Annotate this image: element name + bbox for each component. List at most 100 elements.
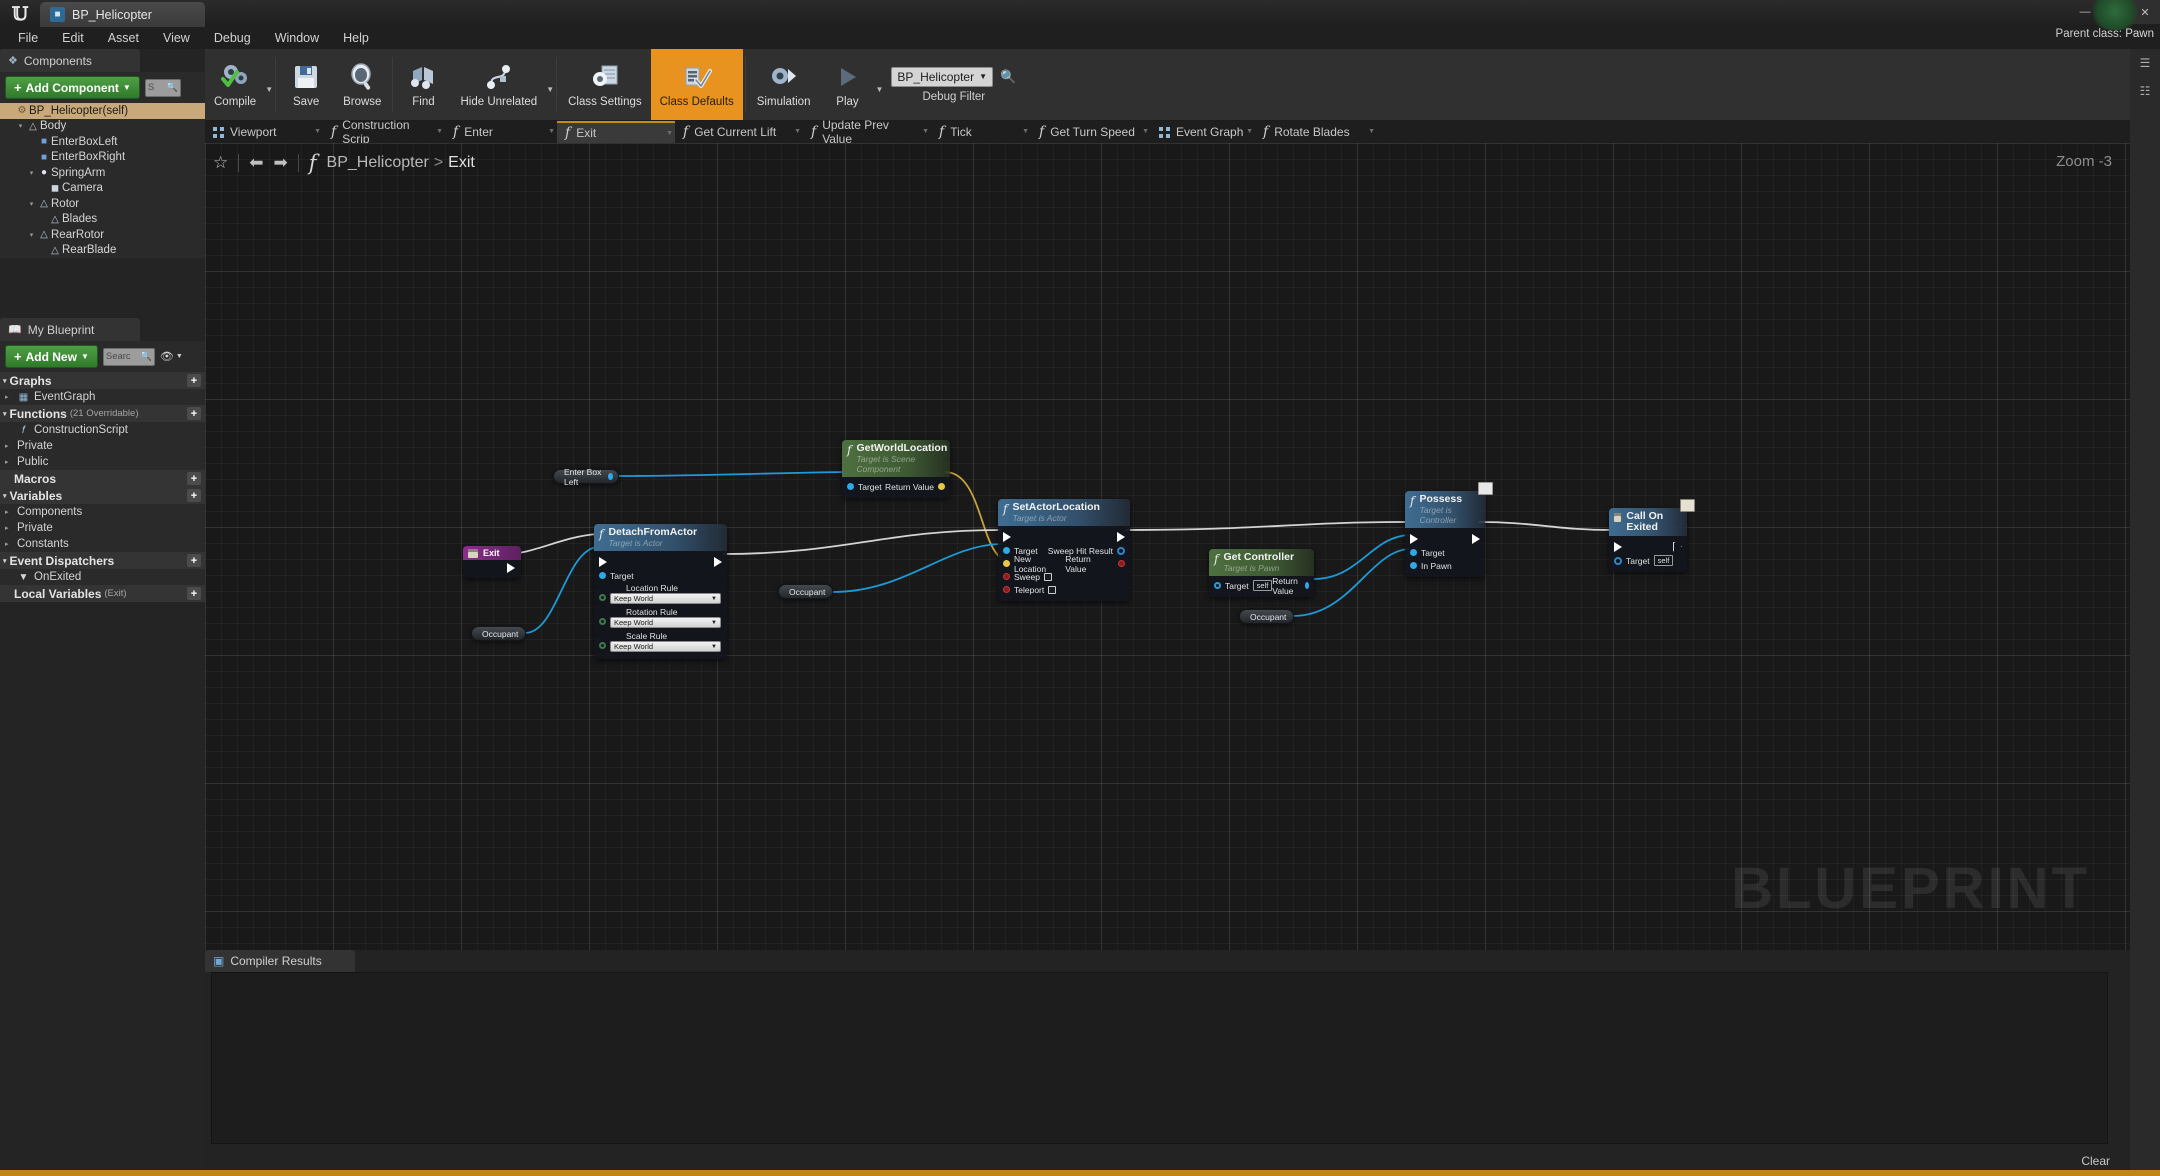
input-pin-dot[interactable]	[1410, 562, 1417, 569]
blueprint-graph-canvas[interactable]: BLUEPRINT Zoom -3 ☆ ⬅ ➡ 𝑓 BP_Helicopter >…	[205, 143, 2130, 950]
tab-options-icon[interactable]: ▼	[1368, 128, 1375, 135]
back-arrow-icon[interactable]: ⬅	[249, 153, 263, 173]
field-dropdown[interactable]: Keep World ▼	[610, 641, 721, 652]
debug-filter-select[interactable]: BP_Helicopter ▼	[891, 66, 994, 87]
tab-options-icon[interactable]: ▼	[666, 130, 673, 137]
tab-rotate-blades[interactable]: 𝑓 Rotate Blades ▼	[1255, 121, 1377, 143]
hide-unrelated-caret[interactable]: ▼	[546, 49, 554, 120]
my-blueprint-section[interactable]: ▾ Functions (21 Overridable) +	[0, 405, 205, 422]
input-pin-dot[interactable]	[1003, 586, 1010, 593]
input-pin-dot[interactable]	[1410, 549, 1417, 556]
input-pin-dot[interactable]	[1214, 582, 1221, 589]
tab-my-blueprint[interactable]: 📖 My Blueprint	[0, 318, 140, 341]
field-input-pin[interactable]	[599, 594, 606, 601]
item-expand-arrow[interactable]: ▸	[5, 393, 13, 401]
tab-tick[interactable]: 𝑓 Tick ▼	[931, 121, 1031, 143]
input-pin[interactable]: New Location	[1003, 554, 1065, 574]
output-pin[interactable]: Return Value	[1272, 576, 1309, 596]
pin-value[interactable]: self	[1653, 555, 1674, 566]
menu-view[interactable]: View	[151, 27, 202, 49]
tree-expand-arrow[interactable]: ▾	[26, 200, 37, 208]
tab-options-icon[interactable]: ▼	[314, 128, 321, 135]
exec-input-pin[interactable]	[1614, 541, 1622, 552]
output-pin-dot[interactable]	[1118, 560, 1125, 567]
palette-panel-toggle[interactable]: ☷	[2130, 77, 2160, 105]
tab-options-icon[interactable]: ▼	[1246, 128, 1253, 135]
variable-node-enter-box-left[interactable]: Enter Box Left	[553, 467, 619, 487]
asset-tab-bp-helicopter[interactable]: ■ BP_Helicopter	[40, 2, 205, 27]
component-tree-item[interactable]: ◼ Camera	[0, 181, 205, 197]
event-node-exit[interactable]: Exit	[463, 546, 521, 578]
input-pin[interactable]: Teleport	[1003, 585, 1057, 595]
simulation-button[interactable]: Simulation	[748, 49, 820, 120]
output-pin-dot[interactable]	[938, 483, 945, 490]
component-tree-item[interactable]: ▾ △ Body	[0, 119, 205, 135]
input-pin-dot[interactable]	[847, 483, 854, 490]
component-tree-item[interactable]: △ RearBlade	[0, 243, 205, 259]
save-button[interactable]: Save	[278, 49, 334, 120]
hide-unrelated-button[interactable]: Hide Unrelated	[451, 49, 546, 120]
tab-options-icon[interactable]: ▼	[922, 128, 929, 135]
add-new-button[interactable]: + Add New ▼	[5, 345, 98, 368]
tree-expand-arrow[interactable]: ▾	[26, 231, 37, 239]
my-blueprint-item[interactable]: ▼ OnExited	[0, 569, 205, 585]
input-pin-dot[interactable]	[1003, 560, 1010, 567]
add-component-button[interactable]: + Add Component ▼	[5, 76, 140, 99]
tab-construction-scrip[interactable]: 𝑓 Construction Scrip ▼	[323, 118, 445, 146]
add-macros-button[interactable]: +	[187, 472, 201, 485]
variable-node-occupant[interactable]: Occupant	[778, 584, 833, 599]
breadcrumb-root[interactable]: BP_Helicopter	[327, 154, 429, 171]
node-call-on-exited[interactable]: Call On Exited Target self	[1609, 499, 1695, 572]
my-blueprint-section[interactable]: Local Variables (Exit) +	[0, 585, 205, 602]
input-pin[interactable]: In Pawn	[1410, 561, 1452, 571]
play-options-caret[interactable]: ▼	[875, 49, 883, 120]
menu-file[interactable]: File	[6, 27, 50, 49]
exec-output-pin[interactable]	[1673, 541, 1682, 552]
my-blueprint-search-input[interactable]: Searc 🔍	[102, 347, 155, 366]
compile-options-caret[interactable]: ▼	[265, 49, 273, 120]
my-blueprint-item[interactable]: ▸ Private	[0, 520, 205, 536]
item-expand-arrow[interactable]: ▸	[5, 524, 13, 532]
components-search-input[interactable]: S 🔍	[144, 78, 181, 97]
tab-options-icon[interactable]: ▼	[436, 128, 443, 135]
my-blueprint-item[interactable]: ▸ Constants	[0, 536, 205, 552]
menu-edit[interactable]: Edit	[50, 27, 96, 49]
tab-options-icon[interactable]: ▼	[548, 128, 555, 135]
add-graphs-button[interactable]: +	[187, 374, 201, 387]
search-icon[interactable]: 🔍	[1000, 69, 1016, 85]
add-functions-button[interactable]: +	[187, 407, 201, 420]
add-variables-button[interactable]: +	[187, 489, 201, 502]
my-blueprint-item[interactable]: 𝑓 ConstructionScript	[0, 422, 205, 438]
input-pin[interactable]: Target self	[1614, 555, 1674, 566]
visibility-options-button[interactable]: 👁 ▼	[160, 350, 183, 363]
node-get-controller[interactable]: 𝑓 Get Controller Target is Pawn Target self R…	[1209, 549, 1314, 597]
section-expand-arrow[interactable]: ▾	[3, 492, 7, 500]
add-local-variables-button[interactable]: +	[187, 587, 201, 600]
node-possess[interactable]: 𝑓 Possess Target is Controller Target In Paw…	[1405, 482, 1493, 577]
my-blueprint-item[interactable]: ▸ ▦ EventGraph	[0, 389, 205, 405]
item-expand-arrow[interactable]: ▸	[5, 458, 13, 466]
field-input-pin[interactable]	[599, 642, 606, 649]
exec-output-pin[interactable]	[1117, 531, 1125, 542]
field-dropdown[interactable]: Keep World ▼	[610, 593, 721, 604]
input-pin-dot[interactable]	[599, 572, 606, 579]
class-settings-button[interactable]: Class Settings	[559, 49, 651, 120]
tree-expand-arrow[interactable]: ▾	[26, 169, 37, 177]
component-tree-item[interactable]: △ Blades	[0, 212, 205, 228]
field-dropdown[interactable]: Keep World ▼	[610, 617, 721, 628]
tab-get-current-lift[interactable]: 𝑓 Get Current Lift ▼	[675, 121, 803, 143]
tab-get-turn-speed[interactable]: 𝑓 Get Turn Speed ▼	[1031, 121, 1151, 143]
tab-compiler-results[interactable]: ▣ Compiler Results	[205, 950, 355, 972]
input-pin-dot[interactable]	[1614, 556, 1622, 565]
input-pin[interactable]: Sweep	[1003, 572, 1052, 582]
component-tree-item[interactable]: ▾ △ RearRotor	[0, 227, 205, 243]
compiler-results-log[interactable]	[211, 972, 2108, 1144]
my-blueprint-item[interactable]: ▸ Public	[0, 454, 205, 470]
my-blueprint-section[interactable]: ▾ Graphs +	[0, 372, 205, 389]
item-expand-arrow[interactable]: ▸	[5, 442, 13, 450]
output-pin[interactable]: Return Value	[885, 482, 945, 492]
exec-input-pin[interactable]	[1003, 531, 1011, 542]
component-tree-item[interactable]: ▾ △ Rotor	[0, 196, 205, 212]
my-blueprint-item[interactable]: ▸ Private	[0, 438, 205, 454]
my-blueprint-section[interactable]: ▾ Variables +	[0, 487, 205, 504]
